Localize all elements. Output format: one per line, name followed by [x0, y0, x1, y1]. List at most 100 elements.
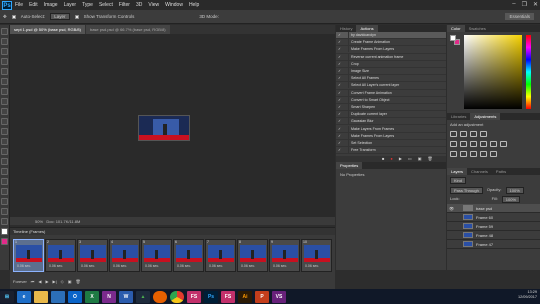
menu-view[interactable]: View — [148, 2, 159, 8]
photo-filter-icon[interactable] — [490, 141, 497, 147]
delete-frame-icon[interactable]: 🗑 — [76, 279, 81, 284]
layer-row[interactable]: Frame 59 — [447, 222, 540, 231]
properties-title[interactable]: Properties — [336, 162, 363, 169]
channel-mixer-icon[interactable] — [500, 141, 507, 147]
firefox-icon[interactable] — [153, 290, 167, 303]
foreground-color-swatch[interactable] — [1, 228, 8, 235]
brush-tool-icon[interactable] — [1, 98, 8, 105]
tab-libraries[interactable]: Libraries — [447, 113, 470, 120]
type-tool-icon[interactable] — [1, 178, 8, 185]
ie-icon[interactable]: e — [17, 290, 31, 303]
chrome-icon[interactable] — [170, 290, 184, 303]
prev-frame-icon[interactable]: ◀ — [38, 279, 41, 284]
gradient-map-icon[interactable] — [480, 151, 487, 157]
foreground-swatch[interactable] — [450, 35, 456, 41]
menu-3d[interactable]: 3D — [136, 2, 142, 8]
action-item[interactable]: ✓ Free Transform — [336, 147, 446, 155]
exposure-icon[interactable] — [480, 131, 487, 137]
invert-icon[interactable] — [450, 151, 457, 157]
new-frame-icon[interactable]: ▣ — [68, 279, 72, 284]
move-tool-icon[interactable] — [1, 28, 8, 35]
zoom-tool-icon[interactable] — [1, 218, 8, 225]
windows-icon[interactable]: ⊞ — [0, 290, 14, 303]
play-icon[interactable]: ▶ — [45, 279, 48, 284]
action-item[interactable]: ✓ Make Layers From Frames — [336, 125, 446, 133]
background-color-swatch[interactable] — [1, 238, 8, 245]
tab-history[interactable]: History — [336, 25, 356, 32]
action-item[interactable]: ✓ Reverse current animation frame — [336, 53, 446, 61]
auto-select-dropdown[interactable]: Layer — [50, 13, 70, 20]
action-item[interactable]: ✓ Create Frame Animation — [336, 39, 446, 47]
action-item[interactable]: ✓ Crop — [336, 60, 446, 68]
menu-layer[interactable]: Layer — [64, 2, 77, 8]
selective-color-icon[interactable] — [490, 151, 497, 157]
action-item[interactable]: ✓ Convert to Smart Object — [336, 96, 446, 104]
tab-paths[interactable]: Paths — [492, 168, 510, 175]
hue-sat-icon[interactable] — [460, 141, 467, 147]
fill-input[interactable]: 100% — [501, 196, 521, 203]
eyedropper-tool-icon[interactable] — [1, 78, 8, 85]
color-picker-field[interactable] — [464, 35, 522, 109]
action-item[interactable]: ✓ Gaussian Blur — [336, 118, 446, 126]
drive-icon[interactable]: ▲ — [136, 290, 150, 303]
menu-edit[interactable]: Edit — [29, 2, 38, 8]
timeline-frame[interactable]: 8 0.06 sec. — [237, 239, 268, 272]
minimize-icon[interactable]: – — [512, 1, 515, 8]
fs2-icon[interactable]: FS — [221, 290, 235, 303]
excel-icon[interactable]: X — [85, 290, 99, 303]
powerpoint-icon[interactable]: P — [255, 290, 269, 303]
tab-adjustments[interactable]: Adjustments — [470, 113, 501, 120]
menu-filter[interactable]: Filter — [119, 2, 130, 8]
brightness-icon[interactable] — [450, 131, 457, 137]
illustrator-icon[interactable]: Ai — [238, 290, 252, 303]
history-brush-tool-icon[interactable] — [1, 118, 8, 125]
visualstudio-icon[interactable]: VS — [272, 290, 286, 303]
next-frame-icon[interactable]: ▶| — [53, 279, 57, 284]
lasso-tool-icon[interactable] — [1, 48, 8, 55]
action-item[interactable]: ✓ Convert Frame Animation — [336, 89, 446, 97]
action-item[interactable]: ✓ Select All Frames — [336, 75, 446, 83]
bw-icon[interactable] — [480, 141, 487, 147]
healing-tool-icon[interactable] — [1, 88, 8, 95]
timeline-frame[interactable]: 2 0.06 sec. — [45, 239, 76, 272]
word-icon[interactable]: W — [119, 290, 133, 303]
restore-icon[interactable]: ❐ — [522, 1, 527, 8]
color-balance-icon[interactable] — [470, 141, 477, 147]
action-item[interactable]: ✓ Select All Layer's current layer — [336, 82, 446, 90]
marquee-tool-icon[interactable] — [1, 38, 8, 45]
timeline-frame[interactable]: 3 0.06 sec. — [77, 239, 108, 272]
document-image[interactable] — [138, 115, 190, 141]
curves-icon[interactable] — [470, 131, 477, 137]
vibrance-icon[interactable] — [450, 141, 457, 147]
quick-select-tool-icon[interactable] — [1, 58, 8, 65]
onenote-icon[interactable]: N — [102, 290, 116, 303]
move-tool-icon[interactable]: ✥ — [3, 14, 7, 20]
opacity-input[interactable]: 100% — [505, 187, 524, 194]
pen-tool-icon[interactable] — [1, 168, 8, 175]
layer-row[interactable]: 👁 base psd — [447, 204, 540, 213]
tab-channels[interactable]: Channels — [467, 168, 492, 175]
first-frame-icon[interactable]: ⏮ — [31, 279, 35, 284]
hand-tool-icon[interactable] — [1, 208, 8, 215]
action-item[interactable]: ✓ Set Selection — [336, 139, 446, 147]
action-item[interactable]: ✓ Smart Sharpen — [336, 103, 446, 112]
tab-actions[interactable]: Actions — [356, 25, 378, 32]
menu-image[interactable]: Image — [44, 2, 58, 8]
fs-icon[interactable]: FS — [187, 290, 201, 303]
timeline-frame[interactable]: 10 0.06 sec. — [301, 239, 332, 272]
levels-icon[interactable] — [460, 131, 467, 137]
action-item[interactable]: ✓ Image Size — [336, 68, 446, 76]
tab-layers[interactable]: Layers — [447, 168, 468, 175]
blur-tool-icon[interactable] — [1, 148, 8, 155]
tab-sept1[interactable]: sept 1.psd @ 50% (base psd, RGB/8) — [10, 25, 85, 34]
menu-window[interactable]: Window — [165, 2, 183, 8]
tween-icon[interactable]: ◇ — [61, 279, 64, 284]
menu-select[interactable]: Select — [99, 2, 113, 8]
threshold-icon[interactable] — [470, 151, 477, 157]
layer-kind-filter[interactable]: Kind — [450, 177, 467, 184]
timeline-frame[interactable]: 9 0.06 sec. — [269, 239, 300, 272]
loop-dropdown[interactable]: Forever — [13, 279, 27, 284]
clone-stamp-tool-icon[interactable] — [1, 108, 8, 115]
action-item[interactable]: ✓ Make Frames From Layers — [336, 46, 446, 54]
timeline-frame[interactable]: 5 0.06 sec. — [141, 239, 172, 272]
